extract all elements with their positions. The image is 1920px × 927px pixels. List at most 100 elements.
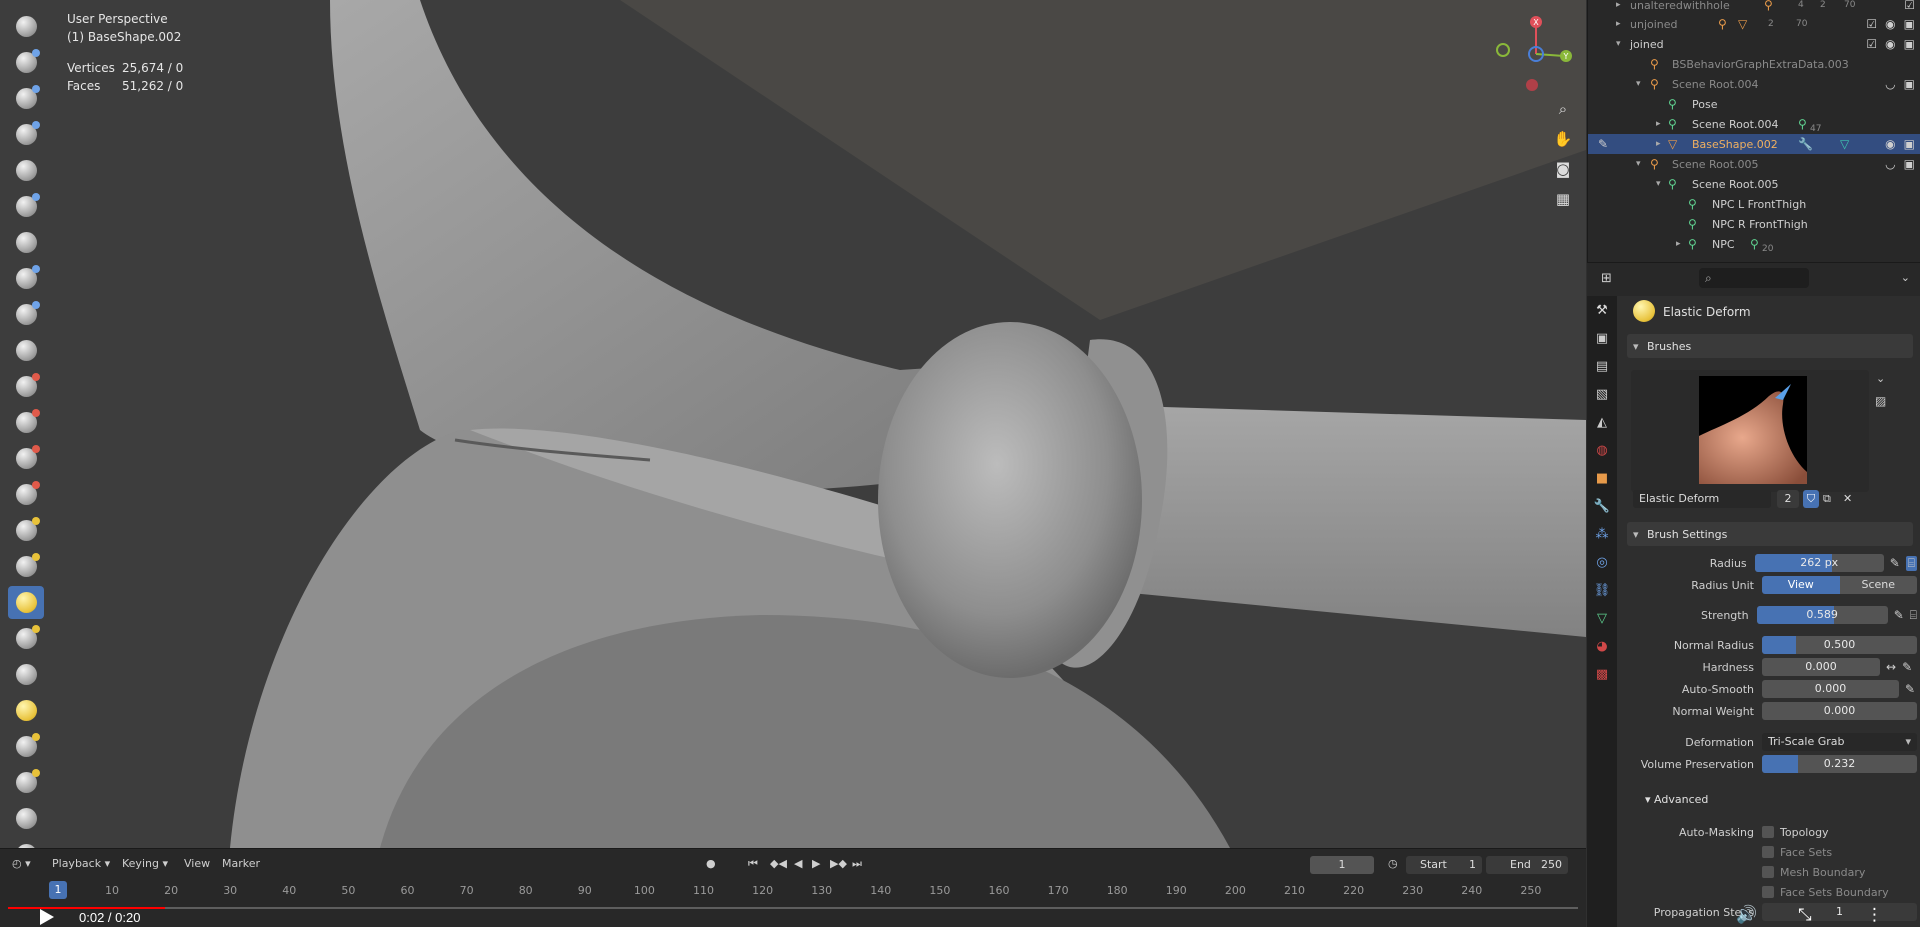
tool-tab[interactable]: ⚒ [1587, 296, 1617, 324]
outliner-row-npc[interactable]: ▸ ⚲ NPC ⚲ 20 [1588, 234, 1920, 254]
expand-arrow-icon[interactable]: ▸ [1656, 139, 1661, 149]
draw-sharp-brush-tool[interactable] [8, 46, 44, 79]
unified-size-icon[interactable]: ⌸ [1905, 555, 1917, 571]
jump-end-icon[interactable]: ⏭ [852, 857, 862, 871]
view-layer-tab[interactable]: ▧ [1587, 380, 1617, 408]
outliner-row-bsbehavior[interactable]: ⚲ BSBehaviorGraphExtraData.003 [1588, 54, 1920, 74]
render-camera-icon[interactable]: ▣ [1904, 137, 1915, 151]
volume-icon[interactable]: 🔊 [1736, 905, 1757, 925]
collapse-arrow-icon[interactable]: ▾ [1636, 79, 1641, 89]
crease-brush-tool[interactable] [8, 298, 44, 331]
draw-brush-tool[interactable] [8, 10, 44, 43]
outliner-row-npc-r-frontthigh[interactable]: ⚲ NPC R FrontThigh [1588, 214, 1920, 234]
clay-thumb-brush-tool[interactable] [8, 154, 44, 187]
scrape-brush-tool[interactable] [8, 442, 44, 475]
face-sets-checkbox[interactable] [1762, 846, 1774, 858]
properties-editor[interactable]: Elastic Deform Brushes ⌄ ▨ Elastic Defor… [1617, 296, 1920, 927]
slide-relax-brush-tool[interactable] [8, 802, 44, 835]
render-camera-icon[interactable]: ▣ [1904, 77, 1915, 91]
checkbox-icon[interactable]: ☑ [1866, 17, 1877, 31]
stopwatch-icon[interactable]: ◷ [1388, 857, 1398, 870]
hardness-slider[interactable]: 0.000 [1762, 658, 1880, 676]
eye-hidden-icon[interactable]: ◡ [1885, 77, 1895, 91]
expand-arrow-icon[interactable]: ▸ [1616, 0, 1621, 10]
unified-strength-icon[interactable]: ⌸ [1910, 608, 1917, 623]
outliner-row-scene-root-005[interactable]: ▾ ⚲ Scene Root.005 ◡ ▣ [1588, 154, 1920, 174]
outliner-row-unjoined[interactable]: ▸ unjoined ⚲ ▽ 2 70 ☑ ◉ ▣ [1588, 14, 1920, 34]
eye-icon[interactable]: ◉ [1885, 17, 1895, 31]
layer-brush-tool[interactable] [8, 190, 44, 223]
thumb-brush-tool[interactable] [8, 658, 44, 691]
face-sets-boundary-checkbox[interactable] [1762, 886, 1774, 898]
modifier-tab[interactable]: 🔧 [1587, 492, 1617, 520]
clay-brush-tool[interactable] [8, 82, 44, 115]
outliner-row-scene-root-004-data[interactable]: ▸ ⚲ Scene Root.004 ⚲ 47 [1588, 114, 1920, 134]
eyedropper-icon[interactable]: ✎ [1598, 137, 1608, 151]
smooth-brush-tool[interactable] [8, 334, 44, 367]
more-options-icon[interactable]: ⋮ [1866, 905, 1883, 925]
expand-arrow-icon[interactable]: ▸ [1676, 239, 1681, 249]
world-tab[interactable]: ◍ [1587, 436, 1617, 464]
eye-hidden-icon[interactable]: ◡ [1885, 157, 1895, 171]
timeline-editor[interactable]: ◴ ▾ Playback ▾ Keying ▾ View Marker ● ⏮ … [0, 848, 1586, 927]
render-tab[interactable]: ▣ [1587, 324, 1617, 352]
close-icon[interactable]: ✕ [1843, 490, 1852, 508]
fullscreen-exit-icon[interactable]: ⤡ [1798, 905, 1812, 925]
jump-keyframe-back-icon[interactable]: ◆◀ [770, 857, 787, 870]
camera-icon[interactable]: ◙ [1550, 156, 1576, 182]
outliner-panel[interactable]: ▸ unalteredwithhole ⚲ 4 2 70 ☑ ▸ unjoine… [1587, 0, 1920, 262]
flatten-brush-tool[interactable] [8, 370, 44, 403]
volume-preservation-slider[interactable]: 0.232 [1762, 755, 1917, 773]
record-icon[interactable]: ● [706, 857, 716, 870]
view-menu[interactable]: View [184, 857, 210, 870]
grab-brush-tool[interactable] [8, 550, 44, 583]
grid-icon[interactable]: ▦ [1550, 186, 1576, 212]
outliner-row-joined[interactable]: ▾ joined ☑ ◉ ▣ [1588, 34, 1920, 54]
blob-brush-tool[interactable] [8, 262, 44, 295]
end-frame-field[interactable]: End 250 [1486, 856, 1568, 874]
start-frame-field[interactable]: Start 1 [1406, 856, 1482, 874]
keying-menu[interactable]: Keying ▾ [122, 857, 168, 870]
collapse-arrow-icon[interactable]: ▾ [1636, 159, 1641, 169]
inflate-brush-tool[interactable] [8, 226, 44, 259]
propagation-steps-field[interactable]: 1 [1762, 903, 1917, 921]
editor-type-clock-icon[interactable]: ◴ ▾ [12, 857, 31, 870]
output-tab[interactable]: ▤ [1587, 352, 1617, 380]
3d-viewport[interactable]: User Perspective (1) BaseShape.002 Verti… [0, 0, 1586, 848]
render-camera-icon[interactable]: ▣ [1904, 157, 1915, 171]
outliner-row-npc-l-frontthigh[interactable]: ⚲ NPC L FrontThigh [1588, 194, 1920, 214]
marker-menu[interactable]: Marker [222, 857, 260, 870]
pen-pressure-icon[interactable]: ✎ [1894, 608, 1904, 622]
properties-search-input[interactable]: ⌕ [1699, 268, 1809, 288]
outliner-row-scene-root-004[interactable]: ▾ ⚲ Scene Root.004 ◡ ▣ [1588, 74, 1920, 94]
fill-brush-tool[interactable] [8, 406, 44, 439]
boundary-brush-tool[interactable] [8, 838, 44, 848]
invert-arrows-icon[interactable]: ↔ [1886, 660, 1896, 674]
physics-tab[interactable]: ◎ [1587, 548, 1617, 576]
normal-radius-slider[interactable]: 0.500 [1762, 636, 1917, 654]
expand-arrow-icon[interactable]: ▸ [1656, 119, 1661, 129]
pinch-brush-tool[interactable] [8, 514, 44, 547]
chevron-down-icon[interactable]: ⌄ [1876, 372, 1885, 385]
brush-users-count[interactable]: 2 [1777, 490, 1799, 508]
material-tab[interactable]: ◕ [1587, 632, 1617, 660]
outliner-row-pose[interactable]: ⚲ Pose [1588, 94, 1920, 114]
frame-ruler[interactable]: 10 20 30 40 50 60 70 80 90 100 110 120 130 140 150 160 1… [0, 881, 1586, 901]
radius-unit-view-option[interactable]: View [1762, 576, 1840, 594]
collapse-arrow-icon[interactable]: ▾ [1656, 179, 1661, 189]
video-progress-bar[interactable] [8, 907, 1578, 909]
brush-thumbnail[interactable] [1699, 376, 1807, 484]
playhead[interactable]: 1 [49, 881, 67, 899]
nudge-brush-tool[interactable] [8, 730, 44, 763]
outliner-row-scene-root-005-data[interactable]: ▾ ⚲ Scene Root.005 [1588, 174, 1920, 194]
sculpt-mesh-view[interactable] [0, 0, 1586, 848]
jump-start-icon[interactable]: ⏮ [748, 857, 758, 871]
current-frame-field[interactable]: 1 [1310, 856, 1374, 874]
collapse-arrow-icon[interactable]: ▾ [1616, 39, 1621, 49]
playback-menu[interactable]: Playback ▾ [52, 857, 110, 870]
deformation-dropdown[interactable]: Tri-Scale Grab [1762, 733, 1917, 751]
render-camera-icon[interactable]: ▣ [1904, 17, 1915, 31]
rotate-brush-tool[interactable] [8, 766, 44, 799]
render-camera-icon[interactable]: ▣ [1904, 37, 1915, 51]
advanced-subsection-header[interactable]: ▾ Advanced [1645, 793, 1708, 806]
